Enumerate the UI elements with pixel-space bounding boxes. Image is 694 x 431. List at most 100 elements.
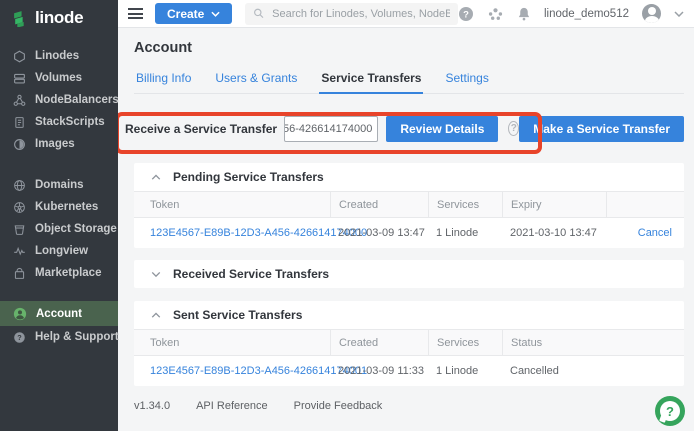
user-menu-chevron-icon[interactable] xyxy=(674,11,684,17)
linode-logo[interactable]: linode xyxy=(0,0,118,28)
cancel-link[interactable]: Cancel xyxy=(606,227,684,239)
sidebar-item-label: Images xyxy=(35,138,75,150)
pending-section-toggle[interactable]: Pending Service Transfers xyxy=(134,163,684,191)
section-title: Pending Service Transfers xyxy=(173,170,324,184)
make-service-transfer-button[interactable]: Make a Service Transfer xyxy=(519,116,684,142)
column-header-created: Created xyxy=(330,330,428,355)
sidebar-item-label: Object Storage xyxy=(35,223,117,235)
sidebar: linode Linodes Volumes NodeBalancers Sta… xyxy=(0,0,118,431)
table-row: 123E4567-E89B-12D3-A456-426614174001 202… xyxy=(134,356,684,386)
svg-text:?: ? xyxy=(463,9,469,20)
sent-transfers-card: Sent Service Transfers Token Created Ser… xyxy=(134,301,684,386)
sidebar-item-label: Linodes xyxy=(35,50,79,62)
status-cell: Cancelled xyxy=(502,365,684,377)
sidebar-item-label: Marketplace xyxy=(35,267,101,279)
sidebar-item-label: Longview xyxy=(35,245,88,257)
received-transfers-card: Received Service Transfers xyxy=(134,260,684,288)
help-button[interactable]: ? xyxy=(458,6,474,22)
sidebar-item-label: NodeBalancers xyxy=(35,94,119,106)
page-title: Account xyxy=(134,40,684,56)
services-cell: 1 Linode xyxy=(428,227,502,239)
transfer-help-icon[interactable]: ? xyxy=(508,121,519,136)
logo-text: linode xyxy=(35,8,83,28)
linode-logo-icon xyxy=(12,10,29,27)
transfer-token-value: 9B-12D3-A456-426614174000 xyxy=(284,123,372,135)
sidebar-item-label: Account xyxy=(36,308,82,320)
created-cell: 2021-03-09 13:47 xyxy=(330,227,428,239)
provide-feedback-link[interactable]: Provide Feedback xyxy=(294,400,383,412)
bell-icon xyxy=(517,6,531,22)
username[interactable]: linode_demo512 xyxy=(544,8,629,20)
sidebar-item-domains[interactable]: Domains xyxy=(0,174,118,196)
column-header-created: Created xyxy=(330,192,428,217)
sidebar-item-linodes[interactable]: Linodes xyxy=(0,45,118,67)
avatar[interactable] xyxy=(642,4,661,23)
search-input[interactable] xyxy=(272,8,450,20)
sent-section-toggle[interactable]: Sent Service Transfers xyxy=(134,301,684,329)
token-link[interactable]: 123E4567-E89B-12D3-A456-426614174000 xyxy=(134,227,330,239)
help-icon: ? xyxy=(13,331,26,344)
table-row: 123E4567-E89B-12D3-A456-426614174000 202… xyxy=(134,218,684,248)
tab-bar: Billing Info Users & Grants Service Tran… xyxy=(134,66,684,94)
transfer-token-input[interactable]: 9B-12D3-A456-426614174000 xyxy=(284,116,378,142)
review-details-button[interactable]: Review Details xyxy=(386,116,498,142)
topbar-right: ? linode_demo512 xyxy=(458,4,684,23)
community-button[interactable] xyxy=(487,6,504,22)
api-reference-link[interactable]: API Reference xyxy=(196,400,268,412)
token-link[interactable]: 123E4567-E89B-12D3-A456-426614174001 xyxy=(134,365,330,377)
chevron-up-icon xyxy=(151,174,161,181)
sidebar-item-nodebalancers[interactable]: NodeBalancers xyxy=(0,89,118,111)
column-header-services: Services xyxy=(428,192,502,217)
sidebar-item-stackscripts[interactable]: StackScripts xyxy=(0,111,118,133)
help-circle-icon: ? xyxy=(458,6,474,22)
question-mark-icon: ? xyxy=(660,401,680,421)
section-title: Sent Service Transfers xyxy=(173,308,302,322)
section-title: Received Service Transfers xyxy=(173,267,329,281)
create-button[interactable]: Create xyxy=(155,3,232,24)
chevron-down-icon xyxy=(151,271,161,278)
sidebar-nav: Linodes Volumes NodeBalancers StackScrip… xyxy=(0,45,118,348)
longview-icon xyxy=(13,245,26,258)
account-icon xyxy=(13,307,27,321)
volumes-icon xyxy=(13,72,26,85)
tab-users-grants[interactable]: Users & Grants xyxy=(213,66,299,93)
tab-settings[interactable]: Settings xyxy=(443,66,490,93)
community-icon xyxy=(487,6,504,22)
linodes-icon xyxy=(13,50,26,63)
pending-transfers-card: Pending Service Transfers Token Created … xyxy=(134,163,684,248)
sidebar-item-label: Volumes xyxy=(35,72,82,84)
column-header-token: Token xyxy=(134,192,330,217)
tab-service-transfers[interactable]: Service Transfers xyxy=(319,66,423,94)
sidebar-item-help-support[interactable]: ? Help & Support xyxy=(0,326,118,348)
sidebar-item-label: Domains xyxy=(35,179,84,191)
page-footer: v1.34.0 API Reference Provide Feedback xyxy=(134,400,684,412)
receive-transfer-label: Receive a Service Transfer xyxy=(125,122,277,136)
received-section-toggle[interactable]: Received Service Transfers xyxy=(134,260,684,288)
sidebar-item-object-storage[interactable]: Object Storage xyxy=(0,218,118,240)
sidebar-item-kubernetes[interactable]: Kubernetes xyxy=(0,196,118,218)
object-storage-icon xyxy=(13,223,26,236)
tab-billing-info[interactable]: Billing Info xyxy=(134,66,193,93)
notifications-button[interactable] xyxy=(517,6,531,22)
menu-toggle-button[interactable] xyxy=(128,4,143,24)
sidebar-item-volumes[interactable]: Volumes xyxy=(0,67,118,89)
column-header-expiry: Expiry xyxy=(502,192,606,217)
sidebar-item-label: Help & Support xyxy=(35,331,119,343)
kubernetes-icon xyxy=(13,201,26,214)
version-link[interactable]: v1.34.0 xyxy=(134,400,170,412)
sidebar-item-label: Kubernetes xyxy=(35,201,98,213)
sidebar-item-longview[interactable]: Longview xyxy=(0,240,118,262)
help-beacon-button[interactable]: ? xyxy=(655,396,685,426)
sidebar-item-marketplace[interactable]: Marketplace xyxy=(0,262,118,284)
pending-table-header: Token Created Services Expiry xyxy=(134,191,684,218)
main-content: Account Billing Info Users & Grants Serv… xyxy=(118,28,694,431)
global-search[interactable] xyxy=(245,3,458,25)
column-header-token: Token xyxy=(134,330,330,355)
sidebar-item-account[interactable]: Account xyxy=(0,301,118,326)
column-header-actions xyxy=(606,192,684,217)
column-header-status: Status xyxy=(502,330,684,355)
search-icon xyxy=(253,7,265,20)
marketplace-icon xyxy=(13,267,26,280)
sidebar-item-images[interactable]: Images xyxy=(0,133,118,155)
images-icon xyxy=(13,138,26,151)
